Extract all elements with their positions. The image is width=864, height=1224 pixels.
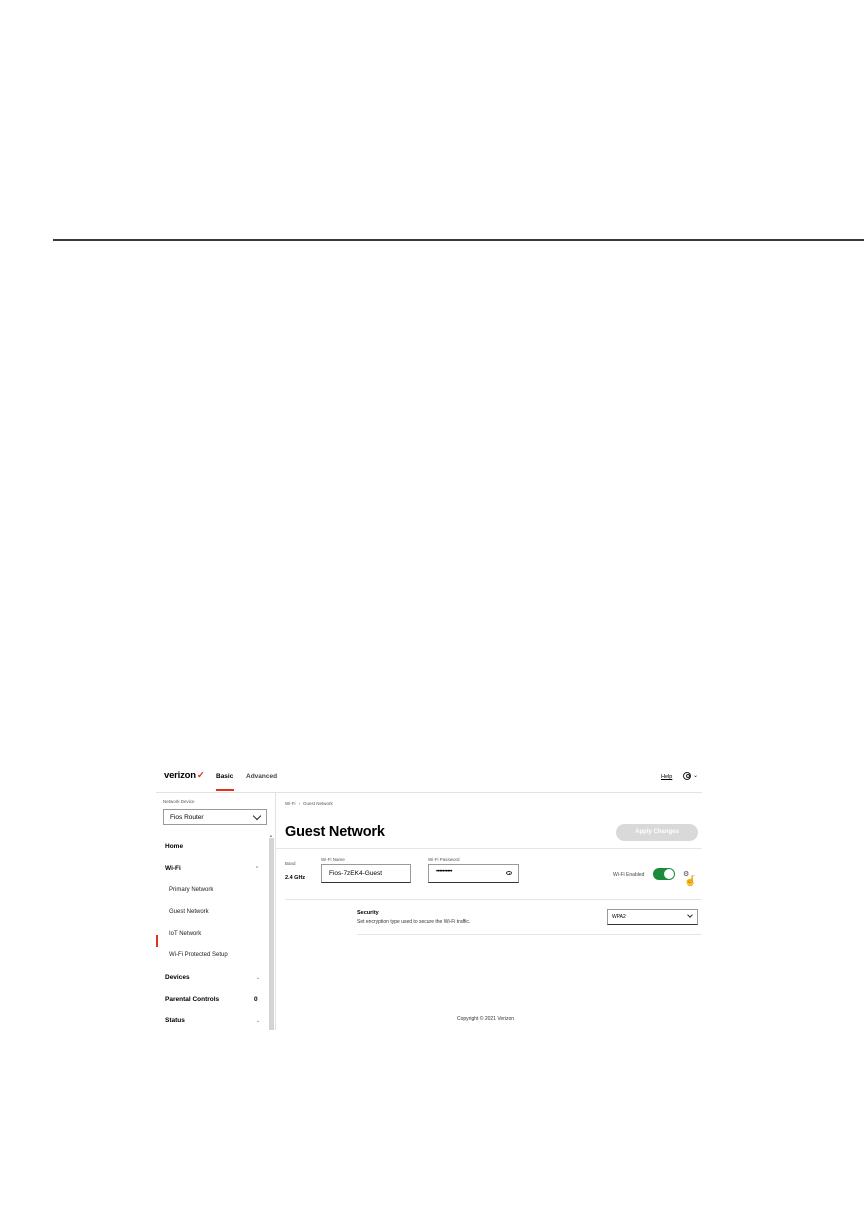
- security-select[interactable]: WPA2: [607, 909, 698, 925]
- network-device-label: Network Device: [163, 799, 195, 804]
- sidebar: Network Device Fios Router ▲ Home Wi-Fi …: [156, 793, 276, 1030]
- sidebar-scrollbar[interactable]: [269, 838, 274, 1030]
- security-select-value: WPA2: [612, 914, 626, 920]
- sidebar-item-devices[interactable]: Devices: [165, 974, 190, 981]
- chevron-up-icon[interactable]: ^: [256, 866, 258, 872]
- divider: [285, 899, 702, 900]
- top-header: verizon✓ Basic Advanced Help ⌄: [156, 764, 702, 793]
- sidebar-item-parental-controls[interactable]: Parental Controls: [165, 996, 219, 1003]
- copyright-text: Copyright © 2021 Verizon: [457, 1016, 515, 1022]
- wifi-enabled-label: Wi-Fi Enabled: [613, 872, 645, 878]
- chevron-down-icon[interactable]: ⌄: [256, 975, 260, 981]
- network-device-select[interactable]: Fios Router: [163, 809, 267, 825]
- breadcrumb: Wi-Fi › Guest Network: [285, 801, 333, 806]
- wifi-password-input[interactable]: ••••••••••: [428, 864, 519, 883]
- divider: [357, 934, 702, 935]
- sidebar-item-home[interactable]: Home: [165, 843, 183, 850]
- logo-check-icon: ✓: [196, 770, 205, 781]
- sidebar-item-guest-network[interactable]: Guest Network: [169, 909, 209, 915]
- chevron-down-icon: [252, 811, 262, 821]
- sidebar-item-iot-network[interactable]: IoT Network: [169, 931, 201, 937]
- sidebar-item-status[interactable]: Status: [165, 1017, 185, 1024]
- wifi-enabled-toggle[interactable]: [653, 868, 675, 880]
- sidebar-item-primary-network[interactable]: Primary Network: [169, 887, 213, 893]
- router-ui-screenshot: verizon✓ Basic Advanced Help ⌄ Network D…: [156, 764, 702, 1030]
- verizon-logo[interactable]: verizon✓: [164, 770, 205, 781]
- hand-cursor-icon: ☝: [684, 876, 697, 887]
- help-link[interactable]: Help: [661, 774, 672, 780]
- network-device-value: Fios Router: [170, 814, 204, 821]
- breadcrumb-current: Guest Network: [303, 801, 333, 806]
- band-value: 2.4 GHz: [285, 875, 306, 881]
- wifi-name-value: Fios-7zEK4-Guest: [329, 870, 383, 877]
- account-icon[interactable]: [683, 772, 691, 780]
- sidebar-item-wifi[interactable]: Wi-Fi: [165, 865, 181, 872]
- wifi-name-label: Wi-Fi Name: [321, 857, 345, 862]
- wifi-password-label: Wi-Fi Password: [428, 857, 460, 862]
- wifi-name-input[interactable]: Fios-7zEK4-Guest: [321, 864, 411, 883]
- chevron-down-icon[interactable]: ⌄: [256, 1018, 260, 1024]
- breadcrumb-separator-icon: ›: [298, 801, 301, 806]
- active-item-indicator: [156, 935, 158, 947]
- wifi-password-value: ••••••••••: [436, 869, 453, 875]
- tab-basic-indicator: [216, 789, 234, 791]
- breadcrumb-wifi[interactable]: Wi-Fi: [285, 801, 296, 806]
- show-password-icon[interactable]: [506, 871, 512, 875]
- security-title: Security: [357, 910, 379, 916]
- sidebar-item-wps[interactable]: Wi-Fi Protected Setup: [169, 952, 228, 958]
- band-label: Band: [285, 861, 296, 866]
- apply-changes-button[interactable]: Apply Changes: [616, 824, 698, 841]
- divider: [276, 848, 702, 849]
- tab-advanced[interactable]: Advanced: [246, 773, 277, 780]
- page-title: Guest Network: [285, 824, 385, 840]
- chevron-down-icon: [687, 912, 693, 918]
- page-divider: [53, 239, 864, 241]
- parental-controls-count: 0: [254, 996, 258, 1003]
- chevron-down-icon[interactable]: ⌄: [693, 772, 698, 779]
- security-description: Set encryption type used to secure the W…: [357, 919, 471, 925]
- tab-basic[interactable]: Basic: [216, 773, 233, 780]
